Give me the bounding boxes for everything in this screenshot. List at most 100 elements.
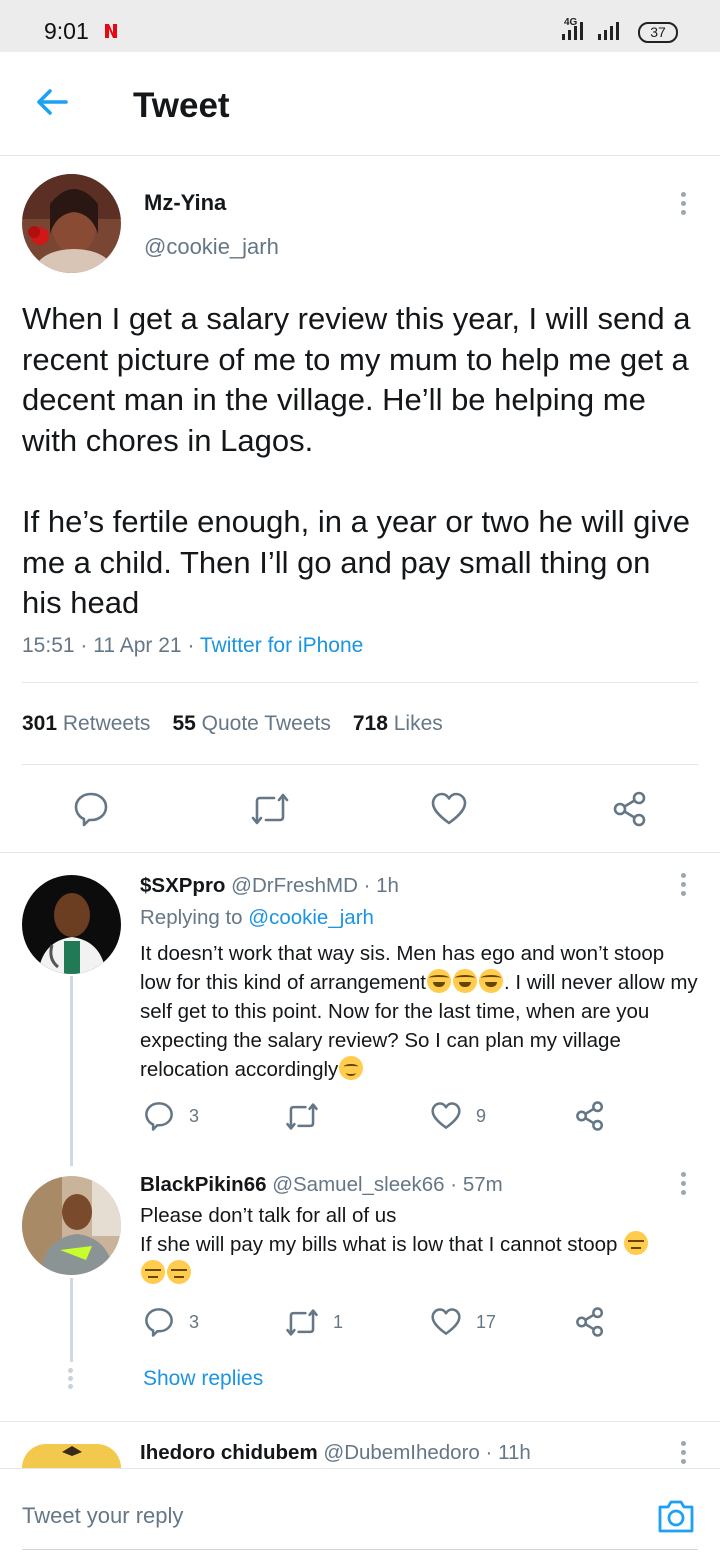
tweet-stats: 301 Retweets 55 Quote Tweets 718 Likes	[22, 712, 443, 736]
tweet-meta: 15:51 · 11 Apr 21 · Twitter for iPhone	[22, 634, 363, 658]
page-title: Tweet	[133, 86, 230, 125]
divider	[0, 1421, 720, 1422]
netflix-icon	[105, 24, 117, 38]
like-count: 9	[476, 1105, 487, 1126]
retweets-count: 301	[22, 712, 58, 735]
reply-icon[interactable]	[72, 790, 110, 828]
rofl-emoji-icon	[453, 969, 477, 993]
reply-reply-button[interactable]: 3	[143, 1100, 199, 1132]
reply-avatar[interactable]	[22, 875, 121, 974]
likes-stat[interactable]: 718 Likes	[353, 712, 443, 735]
more-options-icon[interactable]	[679, 873, 687, 901]
reply-author-name[interactable]: $SXPpro	[140, 874, 225, 897]
reply-share-button[interactable]	[574, 1306, 606, 1338]
battery-level: 37	[650, 24, 666, 40]
quotes-count: 55	[172, 712, 196, 735]
reply-retweet-button[interactable]	[285, 1102, 333, 1131]
status-bar: 9:01 4G 37	[0, 0, 720, 52]
reply-header: Ihedoro chidubem @DubemIhedoro · 11h	[140, 1441, 531, 1465]
author-handle[interactable]: @cookie_jarh	[144, 234, 279, 260]
reply-text: Please don’t talk for all of us If she w…	[140, 1201, 705, 1288]
reply-header: BlackPikin66 @Samuel_sleek66 · 57m	[140, 1173, 503, 1197]
rofl-emoji-icon	[427, 969, 451, 993]
thread-line	[70, 1278, 73, 1362]
status-time: 9:01	[44, 18, 89, 44]
meta-separator: ·	[485, 1441, 499, 1464]
unamused-emoji-icon	[624, 1231, 649, 1255]
show-replies-link[interactable]: Show replies	[143, 1367, 263, 1391]
reply-retweet-button[interactable]: 1	[285, 1308, 343, 1337]
like-icon	[431, 1102, 461, 1129]
reply-author-handle[interactable]: @DubemIhedoro	[323, 1441, 479, 1464]
retweets-stat[interactable]: 301 Retweets	[22, 712, 150, 735]
camera-icon[interactable]	[656, 1497, 696, 1535]
composer-underline	[22, 1549, 698, 1550]
divider	[22, 682, 698, 683]
reply-count: 3	[189, 1311, 200, 1332]
thread-continuation-dots	[68, 1368, 74, 1392]
retweet-icon[interactable]	[250, 792, 290, 826]
retweet-icon	[286, 1309, 318, 1336]
retweet-count: 1	[333, 1312, 344, 1332]
meta-separator: ·	[363, 874, 377, 897]
author-name[interactable]: Mz-Yina	[144, 190, 226, 216]
reply-text: It doesn’t work that way sis. Men has eg…	[140, 939, 700, 1084]
blush-emoji-icon	[339, 1056, 364, 1080]
reply-count: 3	[189, 1105, 200, 1126]
retweets-label: Retweets	[62, 712, 151, 735]
reply-icon	[145, 1308, 173, 1337]
more-options-icon[interactable]	[679, 1441, 687, 1465]
reply-time: 57m	[462, 1173, 503, 1196]
share-icon[interactable]	[611, 790, 649, 828]
share-icon	[576, 1101, 604, 1131]
back-arrow-icon[interactable]	[30, 80, 74, 124]
reply-text-line: Please don’t talk for all of us	[140, 1204, 397, 1227]
replying-to: Replying to @cookie_jarh	[140, 906, 374, 930]
reply-author-handle[interactable]: @DrFreshMD	[231, 874, 358, 897]
author-avatar[interactable]	[22, 174, 121, 273]
reply-header: $SXPpro @DrFreshMD · 1h	[140, 874, 399, 898]
unamused-emoji-icon	[167, 1260, 191, 1284]
reply-like-button[interactable]: 17	[430, 1307, 496, 1337]
reply-text-line: If she will pay my bills what is low tha…	[140, 1233, 618, 1256]
signal-icon	[562, 22, 619, 40]
divider	[0, 852, 720, 853]
more-options-icon[interactable]	[679, 192, 687, 220]
tweet-time: 15:51	[22, 634, 75, 657]
more-options-icon[interactable]	[679, 1172, 687, 1200]
reply-author-name[interactable]: BlackPikin66	[140, 1173, 267, 1196]
share-icon	[576, 1307, 604, 1337]
unamused-emoji-icon	[141, 1260, 165, 1284]
divider	[22, 764, 698, 765]
reply-composer: Tweet your reply	[0, 1468, 720, 1560]
reply-avatar[interactable]	[22, 1176, 121, 1275]
reply-author-handle[interactable]: @Samuel_sleek66	[272, 1173, 444, 1196]
reply-time: 11h	[498, 1441, 531, 1464]
like-icon[interactable]	[430, 791, 468, 827]
like-icon	[431, 1308, 461, 1335]
reply-icon	[145, 1102, 173, 1131]
reply-input[interactable]: Tweet your reply	[22, 1503, 183, 1529]
reply-author-name[interactable]: Ihedoro chidubem	[140, 1441, 318, 1464]
thread-line	[70, 976, 73, 1166]
like-count: 17	[476, 1311, 497, 1332]
replying-to-prefix: Replying to	[140, 906, 243, 929]
meta-separator: ·	[187, 634, 200, 657]
reply-time: 1h	[376, 874, 399, 897]
reply-like-button[interactable]: 9	[430, 1101, 486, 1131]
reply-reply-button[interactable]: 3	[143, 1306, 199, 1338]
tweet-source-link[interactable]: Twitter for iPhone	[200, 634, 363, 657]
tweet-date: 11 Apr 21	[93, 634, 182, 657]
meta-separator: ·	[450, 1173, 463, 1196]
reply-share-button[interactable]	[574, 1100, 606, 1132]
likes-count: 718	[352, 712, 388, 735]
retweet-icon	[286, 1103, 318, 1130]
reply-avatar[interactable]	[22, 1444, 121, 1468]
rofl-emoji-icon	[479, 969, 503, 993]
replying-to-link[interactable]: @cookie_jarh	[248, 906, 374, 929]
battery-icon: 37	[638, 22, 678, 43]
quotes-stat[interactable]: 55 Quote Tweets	[172, 712, 330, 735]
top-app-bar: Tweet	[0, 52, 720, 156]
tweet-text: When I get a salary review this year, I …	[22, 301, 691, 621]
quotes-label: Quote Tweets	[201, 712, 331, 735]
